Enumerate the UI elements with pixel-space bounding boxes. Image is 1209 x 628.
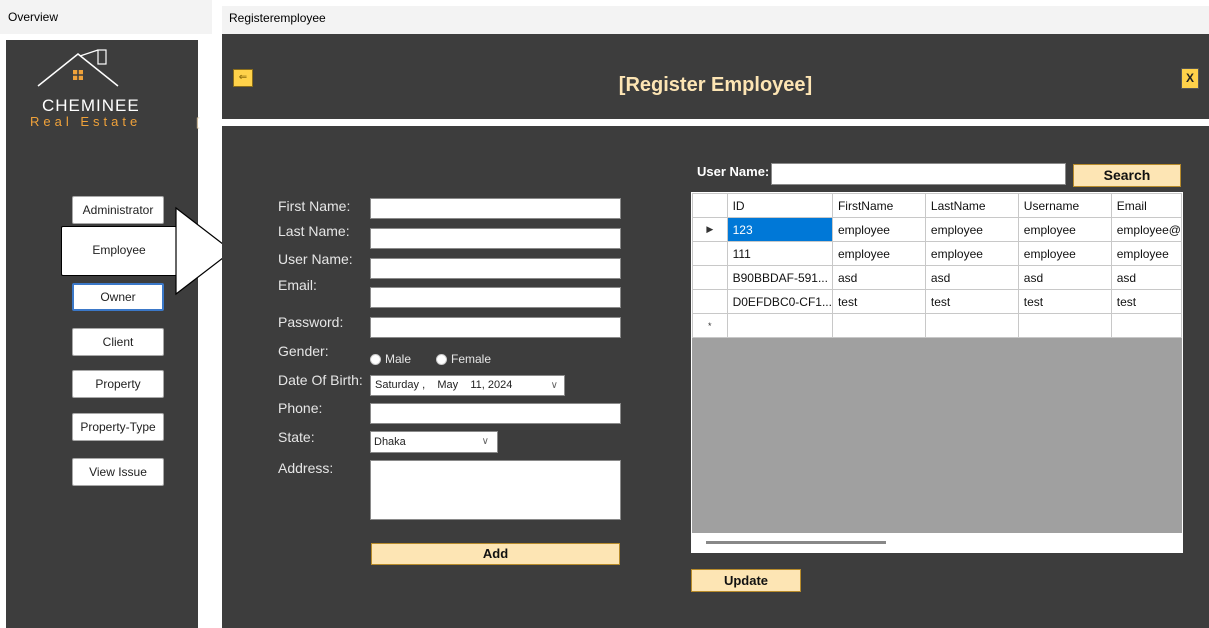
nav-property-button[interactable]: Property [72,370,164,398]
nav-view-issue-button[interactable]: View Issue [72,458,164,486]
horizontal-scrollbar[interactable] [692,533,1182,552]
search-button[interactable]: Search [1073,164,1181,187]
phone-field[interactable] [370,403,621,424]
first-name-field[interactable] [370,198,621,219]
row-header [692,241,728,266]
user-name-field[interactable] [370,258,621,279]
column-header-username[interactable]: Username [1017,193,1112,218]
header-divider [222,119,1209,126]
update-button[interactable]: Update [691,569,801,592]
dob-picker[interactable]: Saturday , May 11, 2024 ∨ [370,375,565,396]
table-cell[interactable]: employee [1017,217,1112,242]
table-cell[interactable]: employee@ [1110,217,1183,242]
table-cell[interactable]: D0EFDBC0-CF1... [726,289,833,314]
table-row[interactable]: ▶ 123 employee employee employee employe… [692,217,1183,242]
table-cell[interactable]: asd [924,265,1019,290]
search-input[interactable] [771,163,1066,185]
table-cell[interactable]: 123 [726,217,833,242]
register-panel: ⇐ [Register Employee] X First Name: Last… [222,34,1209,628]
scrollbar-thumb[interactable] [706,541,886,544]
table-cell[interactable]: test [924,289,1019,314]
nav-administrator-button[interactable]: Administrator [72,196,164,224]
table-cell[interactable]: employee [924,217,1019,242]
employee-table: ID FirstName LastName Username Email ▶ 1… [692,193,1183,338]
table-cell[interactable]: test [1110,289,1183,314]
table-cell[interactable] [1110,313,1183,338]
password-field[interactable] [370,317,621,338]
column-header-lastname[interactable]: LastName [924,193,1019,218]
table-cell[interactable]: 111 [726,241,833,266]
table-cell[interactable]: test [1017,289,1112,314]
table-cell[interactable]: employee [831,217,926,242]
overview-title: Overview [0,0,212,34]
current-row-icon: ▶ [692,217,728,242]
employee-grid[interactable]: ID FirstName LastName Username Email ▶ 1… [691,192,1183,553]
logo-bracket: [ [196,115,200,129]
nav-owner-button[interactable]: Owner [72,283,164,311]
email-field[interactable] [370,287,621,308]
window-title: Registeremployee [222,6,1209,34]
radio-circle-icon [370,353,381,365]
register-employee-window: Registeremployee ⇐ [Register Employee] X… [222,6,1209,628]
search-user-name-label: User Name: [697,164,770,179]
chevron-down-icon: ∨ [481,436,489,447]
address-label: Address: [278,460,334,476]
state-select[interactable]: Dhaka ∨ [370,431,498,453]
overview-panel: CHEMINEE Real Estate [ Administrator Emp… [6,40,199,628]
table-cell[interactable]: B90BBDAF-591... [726,265,833,290]
table-cell[interactable] [924,313,1019,338]
table-row[interactable]: D0EFDBC0-CF1... test test test test [692,289,1183,314]
new-row[interactable]: * [692,313,1183,338]
gender-female-label: Female [451,352,492,366]
table-cell[interactable]: employee [924,241,1019,266]
add-button[interactable]: Add [371,543,620,565]
state-label: State: [278,429,315,445]
phone-label: Phone: [278,400,323,416]
dob-label: Date Of Birth: [278,372,363,388]
table-cell[interactable] [726,313,833,338]
table-cell[interactable]: employee [1110,241,1183,266]
nav-property-type-button[interactable]: Property-Type [72,413,164,441]
address-field[interactable] [370,460,621,520]
column-header-id[interactable]: ID [726,193,833,218]
column-header-firstname[interactable]: FirstName [831,193,926,218]
row-header-corner [692,193,728,218]
gender-male-label: Male [385,352,412,366]
table-cell[interactable]: test [831,289,926,314]
table-cell[interactable]: asd [1017,265,1112,290]
logo-brand-text: CHEMINEE [42,96,140,115]
first-name-label: First Name: [278,198,351,214]
gender-label: Gender: [278,343,329,359]
table-cell[interactable]: asd [831,265,926,290]
table-cell[interactable] [831,313,926,338]
table-row[interactable]: 111 employee employee employee employee [692,241,1183,266]
chevron-down-icon: ∨ [550,380,558,391]
logo-subtitle-text: Real Estate [30,114,142,129]
company-logo: CHEMINEE Real Estate [ [20,46,199,156]
column-header-email[interactable]: Email [1110,193,1183,218]
overview-window: Overview CHEMINEE Real Estate [ Administ… [0,0,212,628]
gender-female-radio[interactable]: Female [436,352,491,366]
user-name-label: User Name: [278,251,353,267]
last-name-field[interactable] [370,228,621,249]
gender-male-radio[interactable]: Male [370,352,411,366]
last-name-label: Last Name: [278,223,350,239]
row-header [692,289,728,314]
new-row-icon: * [692,313,728,338]
table-cell[interactable]: employee [1017,241,1112,266]
table-cell[interactable]: employee [831,241,926,266]
password-label: Password: [278,314,344,330]
row-header [692,265,728,290]
table-cell[interactable] [1017,313,1112,338]
table-cell[interactable]: asd [1110,265,1183,290]
radio-circle-icon [436,353,447,365]
nav-employee-button[interactable]: Employee [61,226,177,276]
table-row[interactable]: B90BBDAF-591... asd asd asd asd [692,265,1183,290]
close-button[interactable]: X [1181,68,1199,89]
nav-client-button[interactable]: Client [72,328,164,356]
dob-value: Saturday , May 11, 2024 [375,379,513,391]
page-title: [Register Employee] [618,74,813,96]
email-label: Email: [278,277,317,293]
state-value: Dhaka [374,436,406,448]
